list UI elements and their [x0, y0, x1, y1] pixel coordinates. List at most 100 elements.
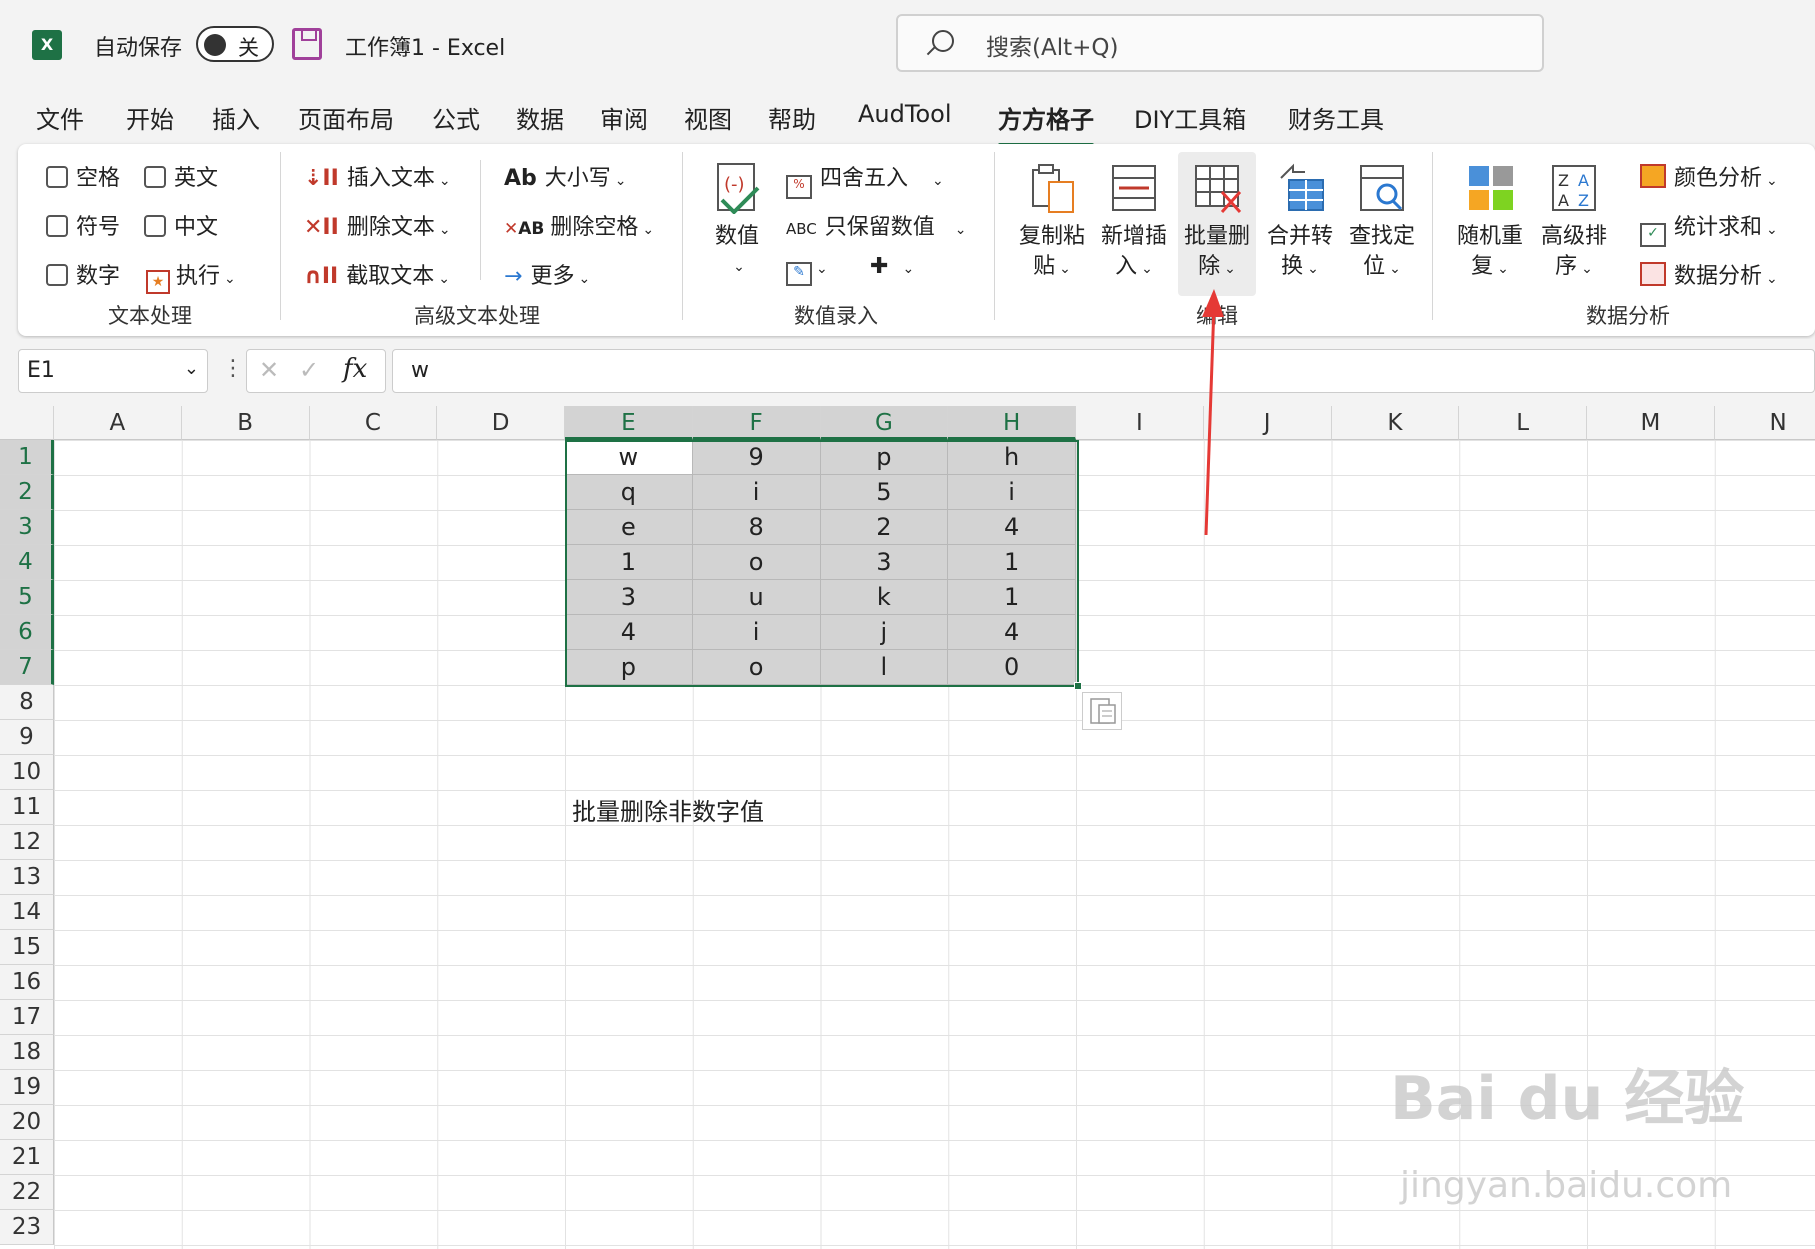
execute-label: 执行 — [176, 264, 221, 289]
baidu-watermark-url: jingyan.baidu.com — [1400, 1165, 1733, 1206]
extract-text-button[interactable]: ∩II 截取文本 ⌄ — [304, 258, 450, 290]
tab-formulas[interactable]: 公式 — [432, 100, 480, 135]
batch-delete-button[interactable]: 批量删 除 ⌄ — [1178, 152, 1256, 296]
chevron-down-icon: ⌄ — [642, 222, 655, 238]
svg-text:A: A — [1558, 191, 1569, 210]
case-button[interactable]: Ab 大小写 ⌄ — [504, 160, 627, 192]
row-header-2[interactable]: 2 — [0, 475, 54, 510]
add-button[interactable]: ✚ ⌄ — [870, 254, 914, 279]
column-header-a[interactable]: A — [54, 406, 182, 440]
insert-function-icon[interactable]: fx — [343, 354, 367, 384]
advanced-sort-label-2: 序 ⌄ — [1555, 254, 1593, 279]
tab-review[interactable]: 审阅 — [600, 100, 648, 135]
tab-audtool[interactable]: AudTool — [858, 100, 951, 128]
row-header-1[interactable]: 1 — [0, 440, 54, 475]
row-header-5[interactable]: 5 — [0, 580, 54, 615]
keep-numeric-button[interactable]: ABC 只保留数值 ⌄ — [786, 209, 967, 241]
more-options-icon[interactable]: ⋮ — [222, 356, 244, 381]
color-analysis-button[interactable]: 颜色分析 ⌄ — [1640, 160, 1778, 192]
row-header-14[interactable]: 14 — [0, 895, 54, 930]
row-header-21[interactable]: 21 — [0, 1140, 54, 1175]
row-header-6[interactable]: 6 — [0, 615, 54, 650]
execute-button[interactable]: ★ 执行 ⌄ — [146, 258, 236, 294]
column-header-h[interactable]: H — [948, 406, 1076, 440]
row-header-19[interactable]: 19 — [0, 1070, 54, 1105]
tab-diy-toolbox[interactable]: DIY工具箱 — [1134, 100, 1246, 135]
tab-finance-tools[interactable]: 财务工具 — [1288, 100, 1384, 135]
delete-spaces-button[interactable]: ✕AB 删除空格 ⌄ — [504, 209, 654, 241]
delete-text-button[interactable]: ✕II 删除文本 ⌄ — [304, 209, 451, 241]
round-button[interactable]: % 四舍五入 ⌄ — [786, 160, 944, 199]
autosave-toggle[interactable]: 关 — [196, 26, 274, 62]
checkbox-space[interactable]: 空格 — [46, 160, 120, 192]
confirm-icon[interactable]: ✓ — [299, 356, 319, 384]
row-header-8[interactable]: 8 — [0, 685, 54, 720]
row-header-3[interactable]: 3 — [0, 510, 54, 545]
tab-data[interactable]: 数据 — [516, 100, 564, 135]
checkbox-symbol[interactable]: 符号 — [46, 209, 120, 241]
fill-handle[interactable] — [1074, 682, 1082, 690]
search-box[interactable]: 搜索(Alt+Q) — [896, 14, 1544, 72]
more-button[interactable]: → 更多 ⌄ — [504, 258, 590, 290]
chevron-down-icon: ⌄ — [902, 261, 915, 277]
save-icon[interactable] — [292, 28, 322, 60]
cancel-icon[interactable]: ✕ — [259, 356, 279, 384]
tab-home[interactable]: 开始 — [126, 100, 174, 135]
copy-paste-label-2: 贴 ⌄ — [1033, 254, 1071, 279]
cell-E11-note[interactable]: 批量删除非数字值 — [572, 792, 764, 827]
tab-insert[interactable]: 插入 — [212, 100, 260, 135]
column-header-l[interactable]: L — [1459, 406, 1587, 440]
name-box[interactable]: E1 ⌄ — [18, 349, 208, 393]
copy-paste-button[interactable]: 复制粘 贴 ⌄ — [1014, 162, 1090, 284]
column-header-e[interactable]: E — [565, 406, 693, 440]
merge-convert-button[interactable]: 合并转 换 ⌄ — [1262, 162, 1338, 284]
tab-file[interactable]: 文件 — [36, 100, 84, 135]
tab-page-layout[interactable]: 页面布局 — [298, 100, 394, 135]
column-header-n[interactable]: N — [1714, 406, 1815, 440]
data-analysis-button[interactable]: 数据分析 ⌄ — [1640, 258, 1778, 290]
row-header-17[interactable]: 17 — [0, 1000, 54, 1035]
row-header-13[interactable]: 13 — [0, 860, 54, 895]
column-header-m[interactable]: M — [1587, 406, 1715, 440]
row-header-11[interactable]: 11 — [0, 790, 54, 825]
tab-help[interactable]: 帮助 — [768, 100, 816, 135]
column-header-k[interactable]: K — [1331, 406, 1460, 440]
execute-icon: ★ — [146, 270, 170, 294]
select-all-corner[interactable] — [0, 406, 54, 440]
row-header-12[interactable]: 12 — [0, 825, 54, 860]
column-header-f[interactable]: F — [692, 406, 821, 440]
delete-text-label: 删除文本 — [346, 215, 435, 240]
random-repeat-button[interactable]: 随机重 复 ⌄ — [1452, 162, 1528, 284]
numeric-value-button[interactable]: (-) 数值 ⌄ — [706, 162, 768, 282]
advanced-sort-button[interactable]: ZAAZ 高级排 序 ⌄ — [1536, 162, 1612, 284]
checkbox-english[interactable]: 英文 — [144, 160, 218, 192]
checkbox-chinese[interactable]: 中文 — [144, 209, 218, 241]
row-header-18[interactable]: 18 — [0, 1035, 54, 1070]
row-header-9[interactable]: 9 — [0, 720, 54, 755]
column-header-c[interactable]: C — [309, 406, 438, 440]
checkbox-number[interactable]: 数字 — [46, 258, 120, 290]
row-header-22[interactable]: 22 — [0, 1175, 54, 1210]
row-header-16[interactable]: 16 — [0, 965, 54, 1000]
edit-note-button[interactable]: ✎ ⌄ — [786, 254, 828, 286]
tab-view[interactable]: 视图 — [684, 100, 732, 135]
column-header-i[interactable]: I — [1076, 406, 1204, 440]
column-header-d[interactable]: D — [437, 406, 565, 440]
row-header-23[interactable]: 23 — [0, 1210, 54, 1245]
column-header-b[interactable]: B — [181, 406, 310, 440]
row-header-15[interactable]: 15 — [0, 930, 54, 965]
row-header-4[interactable]: 4 — [0, 545, 54, 580]
insert-text-button[interactable]: ⇣II 插入文本 ⌄ — [304, 160, 451, 192]
tab-fangfanggezi[interactable]: 方方格子 — [998, 100, 1094, 147]
add-insert-label-2: 入 ⌄ — [1115, 254, 1153, 279]
find-locate-button[interactable]: 查找定 位 ⌄ — [1344, 162, 1420, 284]
row-header-7[interactable]: 7 — [0, 650, 54, 685]
row-header-20[interactable]: 20 — [0, 1105, 54, 1140]
stat-sum-button[interactable]: ✓ 统计求和 ⌄ — [1640, 209, 1778, 247]
column-header-g[interactable]: G — [820, 406, 949, 440]
paste-options-icon[interactable] — [1082, 692, 1122, 730]
add-insert-button[interactable]: 新增插 入 ⌄ — [1096, 162, 1172, 284]
formula-input[interactable]: w — [392, 349, 1815, 393]
row-header-10[interactable]: 10 — [0, 755, 54, 790]
random-repeat-label-1: 随机重 — [1456, 224, 1523, 249]
